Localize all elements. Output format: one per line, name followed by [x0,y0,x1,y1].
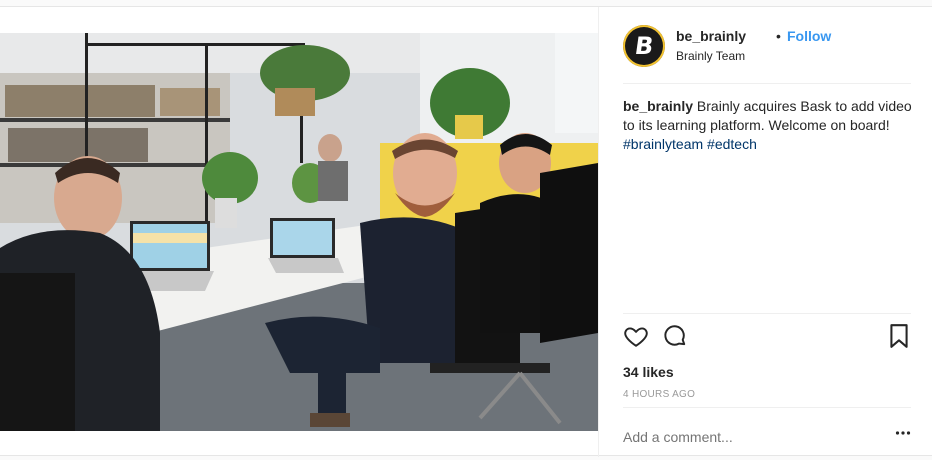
caption-username[interactable]: be_brainly [623,98,693,114]
divider [623,407,911,408]
hashtag-link[interactable]: #brainlyteam [623,136,703,152]
bookmark-icon[interactable] [887,323,911,354]
username-link[interactable]: be_brainly [676,28,746,44]
follow-button[interactable]: Follow [787,28,831,44]
post-timestamp[interactable]: 4 HOURS AGO [623,389,695,400]
action-bar [623,323,913,353]
post-sidebar: B be_brainly • Follow Brainly Team be_br… [598,7,932,457]
post-header: B be_brainly • Follow Brainly Team [599,7,932,83]
post-photo[interactable] [0,33,598,431]
hashtag-link[interactable]: #edtech [707,136,757,152]
comment-icon[interactable] [662,323,688,354]
separator-dot: • [776,28,781,44]
avatar-letter: B [632,32,656,60]
divider [623,83,911,84]
account-subtitle: Brainly Team [676,49,746,63]
likes-count[interactable]: 34 likes [623,364,674,380]
post-caption: be_brainly Brainly acquires Bask to add … [623,97,913,154]
office-photo-illustration [0,33,598,431]
divider [623,313,911,314]
more-options-icon[interactable] [895,425,911,441]
comment-input[interactable] [623,429,873,445]
heart-icon[interactable] [623,323,649,354]
post-card: B be_brainly • Follow Brainly Team be_br… [0,6,932,457]
avatar[interactable]: B [623,25,665,67]
